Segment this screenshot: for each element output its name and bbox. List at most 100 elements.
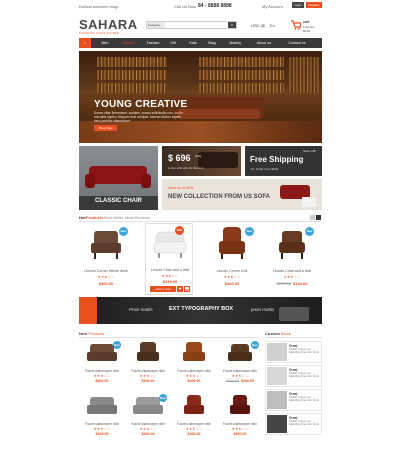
tab-best-seller[interactable]: Best Seller [104,215,123,220]
register-button[interactable]: Register [306,2,322,8]
bookshelf-image [199,83,284,93]
banner-price[interactable]: $ 696 Only Lorem sofa upto for discount [162,146,241,176]
nav-item-men[interactable]: Men [95,38,115,48]
product-price: $400.00 [187,432,201,436]
prev-arrow-icon[interactable] [310,215,315,220]
product-old-price: $190.00 [276,281,291,286]
nav-item-blog[interactable]: Blog [203,38,221,48]
sale-banner-top: Save up to 50% [168,186,194,190]
product-card-hover[interactable]: Sale Lincoln Chair and a Half ★★★☆☆ $239… [145,223,193,295]
banner-free-shipping[interactable]: Save with Free Shipping On Order Over $2… [245,146,322,176]
logo-tagline: FASHION SOFA STORE [79,31,120,35]
grid-product-card[interactable]: New Fuzzie ullamcorper nibh ★★★☆☆ $400.0… [80,340,124,388]
grid-product-card[interactable]: Fuzzie ullamcorper nibh ★★★☆☆ $400.00 [172,393,216,441]
grid-product-card[interactable]: Fuzzie ullamcorper nibh ★★★☆☆ $400.00 [172,340,216,388]
nav-item-contact[interactable]: Contact us [281,38,313,48]
product-name[interactable]: Fuzzie ullamcorper nibh [80,369,124,373]
price-banner-value: $ 696 [168,153,191,163]
product-badge: New [305,227,314,236]
product-image [87,397,117,414]
language-select[interactable]: En [270,23,275,28]
product-rating: ★★★☆☆ [93,427,111,431]
custom-block-item[interactable]: Great Stylish Consumer Sketches Free Fur… [265,413,322,435]
grid-product-card[interactable]: Fuzzie ullamcorper nibh ★★★☆☆ $400.00 [218,393,262,441]
price-banner-only: Only [195,154,202,158]
product-rating: ★★★☆☆ [231,374,249,378]
custom-item-text: Stylish Consumer Sketches Free Fur Sims [289,347,319,355]
product-badge: New [159,394,167,402]
product-badge: Sale [175,226,184,235]
next-arrow-icon[interactable] [316,215,321,220]
cart-widget[interactable]: cart 0 item(s) - $0.00 [291,19,321,33]
search-category-select[interactable]: Category [147,22,165,28]
product-name[interactable]: Fuzzie ullamcorper nibh [172,422,216,426]
grid-product-card[interactable]: New Fuzzie ullamcorper nibh ★★★☆☆ $300.0… [218,340,262,388]
grid-product-card[interactable]: New Fuzzie ullamcorper nibh ★★★☆☆ $400.0… [126,393,170,441]
product-price: $400.00 [95,379,109,383]
product-name[interactable]: Lincoln Chair and a Half [268,269,316,273]
product-name[interactable]: Lincoln Chair and a Half [146,268,194,272]
product-card[interactable]: New Lincoln Chair and a Half ★★★☆☆ $190.… [268,225,316,290]
product-badge: New [113,341,121,349]
product-price: $400.00 [98,281,114,286]
grid-product-card[interactable]: Fuzzie ullamcorper nibh ★★★☆☆ $400.00 [126,340,170,388]
nav-item-kids[interactable]: Kids [183,38,203,48]
product-new-price: $100.00 [293,281,308,286]
grid-product-card[interactable]: Fuzzie ullamcorper nibh ★★★☆☆ $400.00 [80,393,124,441]
wishlist-icon[interactable]: ♥ [177,286,183,292]
product-card[interactable]: New Lincoln Corner Whole desk ★★★☆☆ $400… [82,225,130,290]
custom-block-header: Custom Block [265,331,322,338]
banner-classic-chair[interactable]: CLASSIC CHAIR [79,146,158,210]
product-card[interactable]: New Lincoln Corner Unit ★★★☆☆ $400.00 [208,225,256,290]
tab-most-reviews[interactable]: Most Reviews [125,215,150,220]
product-name[interactable]: Fuzzie ullamcorper nibh [218,369,262,373]
call-label: Call Us Now [174,4,197,9]
classic-chair-label: CLASSIC CHAIR [94,198,142,204]
banner-new-collection[interactable]: Save up to 50% NEW COLLECTION FROM US SO… [162,179,322,210]
slider-dots[interactable] [186,136,206,149]
product-rating: ★★★☆☆ [93,374,111,378]
product-name[interactable]: Lincoln Corner Unit [208,269,256,273]
currency-select[interactable]: USD ($) [251,23,265,28]
tab-products[interactable]: Products [86,215,103,220]
product-name[interactable]: Fuzzie ullamcorper nibh [218,422,262,426]
add-to-cart-button[interactable]: Add to Cart [150,286,176,292]
product-name[interactable]: Lincoln Corner Whole desk [82,269,130,273]
red-sofa-image [89,166,147,184]
product-name[interactable]: Fuzzie ullamcorper nibh [126,369,170,373]
product-image [153,231,187,258]
custom-block-item[interactable]: Great Stylish Consumer Sketches Free Fur… [265,365,322,387]
custom-item-image [267,415,287,433]
cart-icon [291,20,301,30]
product-rating: ★★★☆☆ [139,427,157,431]
tab-hot[interactable]: Hot [79,215,86,220]
custom-block-item[interactable]: Great Stylish Consumer Sketches Free Fur… [265,341,322,363]
compare-icon[interactable]: ⇄ [184,286,190,292]
custom-item-image [267,367,287,385]
login-button[interactable]: Login [292,2,304,8]
welcome-text: Default welcome msg! [79,4,119,9]
nav-home-icon[interactable]: ⌂ [79,38,91,48]
nav-item-gift[interactable]: Gift [165,38,181,48]
nav-item-jewelry[interactable]: Jewelry [223,38,247,48]
custom-block-item[interactable]: Great Stylish Consumer Sketches Free Fur… [265,389,322,411]
product-badge: New [119,227,128,236]
sofa-image [198,152,238,168]
search-button[interactable]: ⌕ [228,22,236,28]
bookshelf-image [199,57,284,67]
product-name[interactable]: Fuzzie ullamcorper nibh [172,369,216,373]
nav-item-fashion[interactable]: Fashion [141,38,165,48]
typography-banner: Proin mattis EXT TYPOGRAPHY BOX proin ma… [79,297,322,324]
product-name[interactable]: Fuzzie ullamcorper nibh [126,422,170,426]
logo[interactable]: SAHARA [79,17,138,32]
hero-shop-button[interactable]: Shop Now [94,125,117,131]
product-rating: ★★★☆☆ [185,427,203,431]
nav-item-about[interactable]: About us [249,38,279,48]
product-rating: ★★★☆☆ [223,275,241,279]
product-name[interactable]: Fuzzie ullamcorper nibh [80,422,124,426]
nav-item-women[interactable]: Women [117,38,141,48]
search-bar[interactable]: Category ⌕ [146,21,237,29]
typography-right: proin mattis [251,307,275,312]
free-shipping-title: Free Shipping [250,155,304,164]
my-account-link[interactable]: My Account [262,4,283,9]
